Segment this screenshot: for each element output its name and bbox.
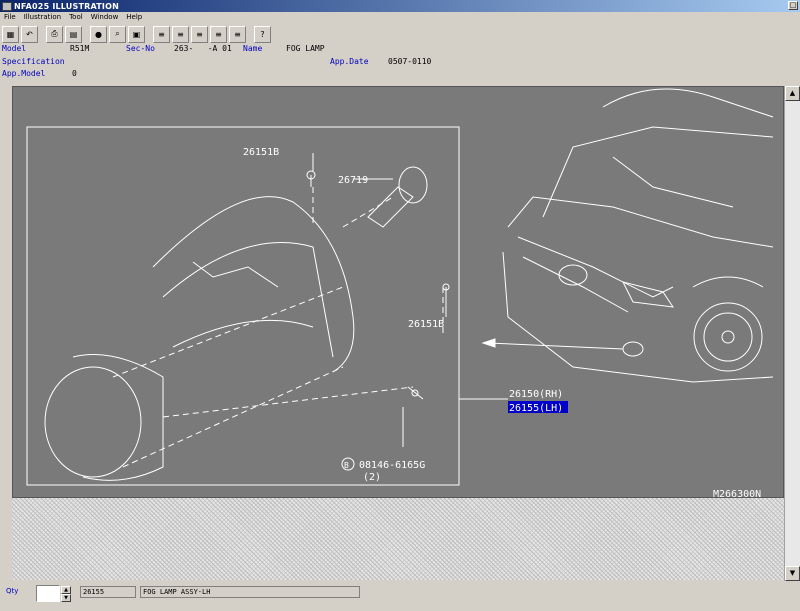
grid-glyph: ▦: [6, 29, 15, 39]
inset-frame: [26, 126, 460, 486]
appdate-value: 0507-0110: [388, 57, 432, 66]
model-value: R51M: [70, 44, 90, 53]
bulb: [367, 186, 414, 228]
part-number-field: 26155: [80, 586, 136, 598]
list2-glyph: ≡: [177, 29, 184, 39]
spec-label: Specification: [2, 57, 65, 66]
page-icon[interactable]: ▣: [128, 25, 145, 43]
car-bumper: [502, 251, 774, 383]
secno-value: 263- -A 01: [174, 44, 232, 53]
menu-window[interactable]: Window: [87, 12, 123, 23]
scroll-down-button[interactable]: ▼: [785, 566, 800, 581]
car-grille-top: [517, 236, 674, 298]
housing-lower: [172, 319, 314, 348]
vertical-scrollbar[interactable]: ▲ ▼: [784, 86, 800, 581]
list3-glyph: ≡: [196, 29, 203, 39]
book-glyph: ▤: [69, 29, 78, 39]
car-hood-line: [542, 126, 774, 218]
undo-icon[interactable]: ↶: [21, 25, 38, 43]
book-icon[interactable]: ▤: [65, 25, 82, 43]
zoom-glyph: ⌕: [115, 29, 120, 38]
maximize-button[interactable]: □: [788, 1, 798, 10]
car-hood-edge: [507, 196, 774, 248]
secno-label: Sec-No: [126, 44, 155, 53]
menu-illustration[interactable]: Illustration: [20, 12, 65, 23]
car-foglamp: [622, 341, 644, 357]
callout-26150-rh[interactable]: 26150(RH): [509, 389, 563, 400]
list4-icon[interactable]: ≡: [210, 25, 227, 43]
part-name-field: FOG LAMP ASSY-LH: [140, 586, 360, 598]
menu-help[interactable]: Help: [122, 12, 146, 23]
list1-icon[interactable]: ≡: [153, 25, 170, 43]
car-hood-crease: [612, 156, 734, 208]
bolt-symbol-letter: B: [344, 461, 349, 470]
list1-glyph: ≡: [158, 29, 165, 39]
circle-glyph: ●: [95, 29, 102, 39]
callout-26719[interactable]: 26719: [338, 175, 368, 186]
name-label: Name: [243, 44, 263, 53]
callout-08146-6165g[interactable]: 08146-6165G: [359, 460, 425, 471]
undo-glyph: ↶: [26, 29, 33, 39]
qty-label: Qty: [6, 587, 19, 595]
grid-icon[interactable]: ▦: [2, 25, 19, 43]
qty-up-button[interactable]: ▲: [61, 586, 71, 594]
housing-shell: [152, 196, 355, 373]
page-glyph: ▣: [132, 29, 141, 39]
part-info: Model R51M Sec-No 263- -A 01 Name FOG LA…: [0, 44, 800, 84]
menu-file[interactable]: File: [0, 12, 20, 23]
help-icon[interactable]: ?: [254, 25, 271, 43]
circle-icon[interactable]: ●: [90, 25, 107, 43]
pointer-arrow: [487, 342, 624, 350]
scroll-up-button[interactable]: ▲: [785, 86, 800, 101]
title-bar: NFA025 ILLUSTRATION □: [0, 0, 800, 12]
fog-lamp-illustration: 26151B 26719 26151B 26150(RH) 26155(LH) …: [26, 88, 774, 499]
status-bar: Qty ▲ ▼ 26155 FOG LAMP ASSY-LH: [0, 582, 800, 611]
callout-qty-2: (2): [363, 472, 381, 483]
window-title: NFA025 ILLUSTRATION: [14, 1, 119, 11]
window-controls: □: [788, 1, 798, 10]
list4-glyph: ≡: [215, 29, 222, 39]
hatched-area: [12, 498, 784, 580]
menu-tool[interactable]: Tool: [65, 12, 87, 23]
list5-icon[interactable]: ≡: [229, 25, 246, 43]
name-value: FOG LAMP: [286, 44, 325, 53]
qty-down-button[interactable]: ▼: [61, 594, 71, 602]
illustration-panel[interactable]: 26151B 26719 26151B 26150(RH) 26155(LH) …: [12, 86, 784, 499]
appmodel-value: 0: [72, 69, 77, 78]
car-windshield: [602, 88, 774, 118]
callout-26155-lh[interactable]: 26155(LH): [509, 403, 563, 414]
zoom-icon[interactable]: ⌕: [109, 25, 126, 43]
car-wheel-arch: [692, 276, 764, 288]
qty-input[interactable]: [36, 585, 60, 602]
appdate-label: App.Date: [330, 57, 369, 66]
model-label: Model: [2, 44, 27, 53]
print-glyph: ⎙: [51, 29, 58, 38]
appmodel-label: App.Model: [2, 69, 46, 78]
callout-26151b-right[interactable]: 26151B: [408, 319, 444, 330]
app-window: NFA025 ILLUSTRATION □ File Illustration …: [0, 0, 800, 611]
help-glyph: ?: [260, 29, 265, 39]
callout-26151b-top[interactable]: 26151B: [243, 147, 279, 158]
list5-glyph: ≡: [234, 29, 241, 39]
list2-icon[interactable]: ≡: [172, 25, 189, 43]
lamp-body: [72, 354, 164, 481]
app-icon: [2, 1, 12, 11]
toolbar: ▦ ↶ ⎙ ▤ ● ⌕ ▣ ≡ ≡ ≡ ≡ ≡ ?: [0, 24, 800, 44]
menu-bar: File Illustration Tool Window Help: [0, 12, 800, 23]
list3-icon[interactable]: ≡: [191, 25, 208, 43]
print-icon[interactable]: ⎙: [46, 25, 63, 43]
lamp-lens: [44, 366, 142, 478]
